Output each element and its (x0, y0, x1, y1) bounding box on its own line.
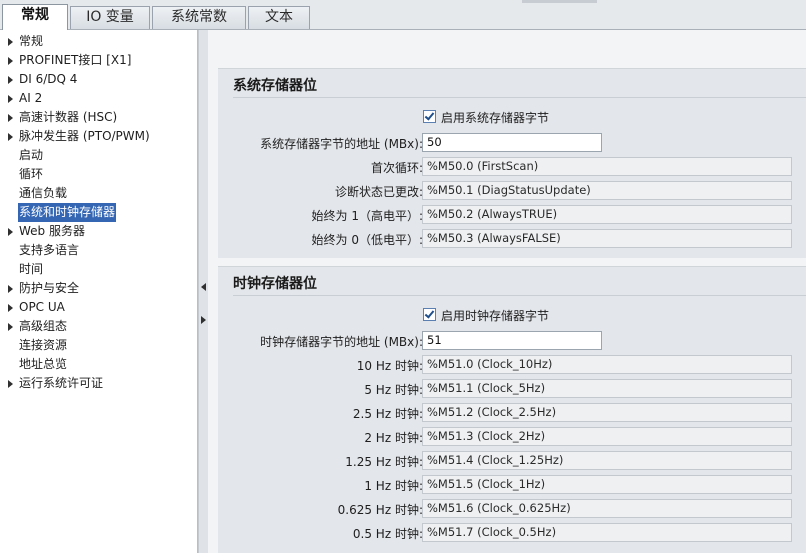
system-bit-row: 诊断状态已更改: %M50.1 (DiagStatusUpdate) (218, 181, 806, 200)
system-memory-title: 系统存储器位 (233, 78, 317, 94)
nav-item-label: 时间 (19, 262, 44, 276)
system-bit-row: 始终为 0（低电平）: %M50.3 (AlwaysFALSE) (218, 229, 806, 248)
clock-bit-value: %M51.7 (Clock_0.5Hz) (422, 523, 792, 542)
clock-bit-value: %M51.5 (Clock_1Hz) (422, 475, 792, 494)
clock-bit-row: 0.625 Hz 时钟: %M51.6 (Clock_0.625Hz) (218, 499, 806, 518)
system-bit-label: 始终为 0（低电平）: (311, 233, 424, 247)
clock-bit-label: 0.5 Hz 时钟: (352, 527, 423, 541)
panel-splitter[interactable] (198, 30, 208, 553)
top-strip (522, 0, 597, 3)
nav-item-label: 通信负载 (19, 186, 68, 200)
system-bit-row: 首次循环: %M50.0 (FirstScan) (218, 157, 806, 176)
clock-bit-label: 10 Hz 时钟: (356, 359, 423, 373)
nav-item-label: 运行系统许可证 (19, 376, 104, 390)
nav-item-label: 循环 (19, 167, 44, 181)
nav-item-label: 支持多语言 (19, 243, 80, 257)
expand-arrow-icon[interactable] (8, 380, 13, 388)
nav-item-label: 启动 (19, 148, 44, 162)
system-memory-section: 系统存储器位 启用系统存储器字节 系统存储器字节的地址 (MBx): 50 首次… (218, 68, 806, 258)
system-bit-label: 首次循环: (370, 161, 423, 175)
nav-item-label: 地址总览 (19, 357, 68, 371)
tab-io-tags[interactable]: IO 变量 (70, 6, 150, 29)
clock-bit-row: 5 Hz 时钟: %M51.1 (Clock_5Hz) (218, 379, 806, 398)
expand-arrow-icon[interactable] (8, 38, 13, 46)
nav-item-label: 系统和时钟存储器 (18, 203, 117, 222)
expand-arrow-icon[interactable] (8, 323, 13, 331)
expand-arrow-icon[interactable] (8, 304, 13, 312)
nav-item-label: 防护与安全 (19, 281, 80, 295)
clock-bit-row: 1.25 Hz 时钟: %M51.4 (Clock_1.25Hz) (218, 451, 806, 470)
nav-item-label: 脉冲发生器 (PTO/PWM) (19, 129, 150, 143)
clock-bit-label: 2.5 Hz 时钟: (352, 407, 423, 421)
clock-bit-label: 1.25 Hz 时钟: (345, 455, 423, 469)
tab-general[interactable]: 常规 (2, 4, 68, 30)
expand-arrow-icon[interactable] (8, 76, 13, 84)
system-bit-label: 始终为 1（高电平）: (311, 209, 424, 223)
nav-item-label: PROFINET接口 [X1] (19, 53, 132, 67)
nav-item-label: OPC UA (19, 300, 65, 314)
clock-memory-section: 时钟存储器位 启用时钟存储器字节 时钟存储器字节的地址 (MBx): 51 10… (218, 266, 806, 553)
system-bit-value: %M50.1 (DiagStatusUpdate) (422, 181, 792, 200)
clock-bit-row: 2.5 Hz 时钟: %M51.2 (Clock_2.5Hz) (218, 403, 806, 422)
system-bit-row: 始终为 1（高电平）: %M50.2 (AlwaysTRUE) (218, 205, 806, 224)
clock-bit-label: 5 Hz 时钟: (364, 383, 423, 397)
clock-bit-value: %M51.1 (Clock_5Hz) (422, 379, 792, 398)
nav-item-label: AI 2 (19, 91, 43, 105)
clock-memory-address-row: 时钟存储器字节的地址 (MBx): 51 (218, 331, 806, 350)
checkmark-icon (424, 308, 435, 319)
nav-tree: 常规 PROFINET接口 [X1] DI 6/DQ 4 AI 2 高速计数器 … (0, 30, 198, 553)
expand-arrow-icon[interactable] (8, 57, 13, 65)
tab-system-constants[interactable]: 系统常数 (152, 6, 246, 29)
expand-arrow-icon[interactable] (8, 285, 13, 293)
nav-item-label: DI 6/DQ 4 (19, 72, 78, 86)
enable-clock-memory-checkbox[interactable] (423, 308, 436, 321)
clock-memory-address-label: 时钟存储器字节的地址 (MBx): (260, 335, 423, 349)
tab-texts[interactable]: 文本 (248, 6, 310, 29)
clock-bit-label: 1 Hz 时钟: (364, 479, 423, 493)
tab-bar: 常规 IO 变量 系统常数 文本 (0, 0, 806, 30)
nav-item-label: 高速计数器 (HSC) (19, 110, 118, 124)
clock-bit-value: %M51.4 (Clock_1.25Hz) (422, 451, 792, 470)
clock-bit-value: %M51.3 (Clock_2Hz) (422, 427, 792, 446)
clock-memory-title: 时钟存储器位 (233, 276, 317, 292)
system-memory-address-row: 系统存储器字节的地址 (MBx): 50 (218, 133, 806, 152)
clock-bit-row: 10 Hz 时钟: %M51.0 (Clock_10Hz) (218, 355, 806, 374)
clock-bit-value: %M51.6 (Clock_0.625Hz) (422, 499, 792, 518)
nav-item-label: Web 服务器 (19, 224, 85, 238)
expand-arrow-icon[interactable] (8, 114, 13, 122)
expand-arrow-icon[interactable] (8, 95, 13, 103)
system-bit-value: %M50.2 (AlwaysTRUE) (422, 205, 792, 224)
nav-item-label: 常规 (19, 34, 44, 48)
clock-bit-row: 0.5 Hz 时钟: %M51.7 (Clock_0.5Hz) (218, 523, 806, 542)
enable-clock-memory-label: 启用时钟存储器字节 (441, 309, 550, 323)
properties-panel: 系统存储器位 启用系统存储器字节 系统存储器字节的地址 (MBx): 50 首次… (208, 30, 806, 553)
clock-bit-row: 2 Hz 时钟: %M51.3 (Clock_2Hz) (218, 427, 806, 446)
expand-right-icon[interactable] (201, 316, 206, 324)
clock-bit-value: %M51.2 (Clock_2.5Hz) (422, 403, 792, 422)
section-divider (233, 295, 806, 296)
system-memory-address-input[interactable]: 50 (422, 133, 602, 152)
collapse-left-icon[interactable] (201, 283, 206, 291)
nav-item-label: 连接资源 (19, 338, 68, 352)
expand-arrow-icon[interactable] (8, 133, 13, 141)
clock-bit-row: 1 Hz 时钟: %M51.5 (Clock_1Hz) (218, 475, 806, 494)
checkmark-icon (424, 110, 435, 121)
clock-bit-label: 0.625 Hz 时钟: (337, 503, 423, 517)
clock-bit-value: %M51.0 (Clock_10Hz) (422, 355, 792, 374)
nav-item-label: 高级组态 (19, 319, 68, 333)
expand-arrow-icon[interactable] (8, 228, 13, 236)
system-memory-address-label: 系统存储器字节的地址 (MBx): (260, 137, 423, 151)
clock-bit-label: 2 Hz 时钟: (364, 431, 423, 445)
enable-system-memory-label: 启用系统存储器字节 (441, 111, 550, 125)
enable-system-memory-checkbox[interactable] (423, 110, 436, 123)
system-bit-label: 诊断状态已更改: (334, 185, 423, 199)
clock-memory-address-input[interactable]: 51 (422, 331, 602, 350)
system-bit-value: %M50.0 (FirstScan) (422, 157, 792, 176)
system-bit-value: %M50.3 (AlwaysFALSE) (422, 229, 792, 248)
section-divider (233, 97, 806, 98)
